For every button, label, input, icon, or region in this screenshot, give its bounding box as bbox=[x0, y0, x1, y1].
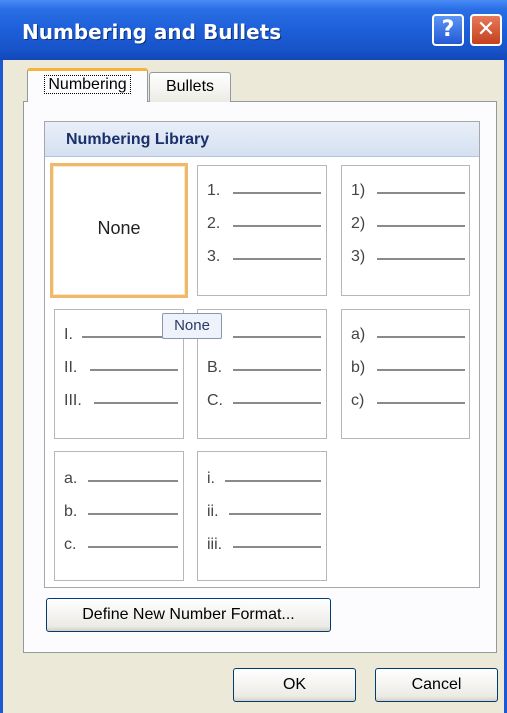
list-item: iii. bbox=[207, 536, 321, 556]
tab-numbering-label: Numbering bbox=[44, 75, 131, 94]
tab-bullets[interactable]: Bullets bbox=[149, 72, 231, 102]
format-cell-roman-lower[interactable]: i. ii. iii. bbox=[197, 451, 327, 581]
library-header: Numbering Library bbox=[45, 122, 479, 157]
format-none-label: None bbox=[97, 218, 141, 238]
dialog-window: Numbering and Bullets ? ✕ Numbering Bull… bbox=[0, 0, 507, 713]
list-item: c) bbox=[351, 392, 465, 412]
window-border-left bbox=[0, 60, 3, 713]
define-new-number-format-button[interactable]: Define New Number Format... bbox=[46, 598, 331, 632]
list-item: c. bbox=[64, 536, 178, 556]
tab-numbering[interactable]: Numbering bbox=[27, 68, 148, 102]
tab-bullets-label: Bullets bbox=[165, 78, 215, 95]
format-cell-arabic-period[interactable]: 1. 2. 3. bbox=[197, 165, 327, 296]
list-item: b) bbox=[351, 359, 465, 379]
ok-button[interactable]: OK bbox=[233, 668, 356, 702]
help-icon[interactable]: ? bbox=[432, 14, 464, 46]
format-cell-alpha-lower-paren[interactable]: a) b) c) bbox=[341, 309, 470, 439]
list-item: 1. bbox=[207, 182, 321, 202]
library-title: Numbering Library bbox=[66, 131, 210, 148]
list-item: 2. bbox=[207, 215, 321, 235]
format-cell-none[interactable]: None bbox=[50, 163, 188, 298]
list-item: 1) bbox=[351, 182, 465, 202]
list-item: a. bbox=[64, 470, 178, 490]
cancel-button[interactable]: Cancel bbox=[375, 668, 498, 702]
list-item: III. bbox=[64, 392, 178, 412]
list-item: 3) bbox=[351, 248, 465, 268]
list-item: 3. bbox=[207, 248, 321, 268]
close-icon[interactable]: ✕ bbox=[470, 14, 502, 46]
list-item: a) bbox=[351, 326, 465, 346]
list-item: 2) bbox=[351, 215, 465, 235]
title-bar[interactable]: Numbering and Bullets ? ✕ bbox=[0, 0, 507, 60]
dialog-title: Numbering and Bullets bbox=[22, 20, 282, 44]
format-cell-alpha-lower-period[interactable]: a. b. c. bbox=[54, 451, 184, 581]
list-item: b. bbox=[64, 503, 178, 523]
list-item: B. bbox=[207, 359, 321, 379]
format-cell-arabic-paren[interactable]: 1) 2) 3) bbox=[341, 165, 470, 296]
list-item: C. bbox=[207, 392, 321, 412]
list-item: ii. bbox=[207, 503, 321, 523]
list-item: i. bbox=[207, 470, 321, 490]
list-item: II. bbox=[64, 359, 178, 379]
list-item: I. bbox=[64, 326, 178, 346]
tooltip: None bbox=[162, 313, 222, 339]
